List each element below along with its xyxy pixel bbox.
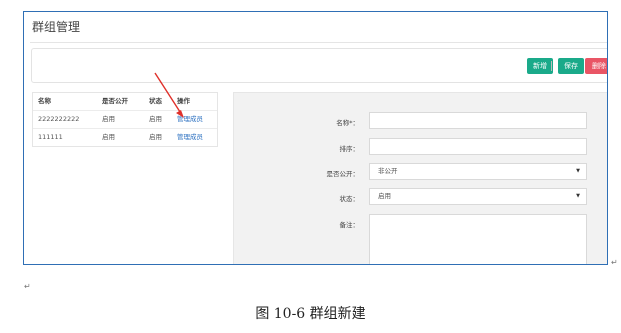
paragraph-mark: ↵ (611, 258, 618, 267)
paragraph-mark: ↵ (24, 282, 31, 291)
app-window: 群组管理 新增 保存 删除 名称 是否公开 状态 操作 2222222222 启… (23, 11, 608, 265)
figure-caption: 图 10-6 群组新建 (255, 306, 366, 322)
annotation-arrow-icon (154, 72, 184, 118)
